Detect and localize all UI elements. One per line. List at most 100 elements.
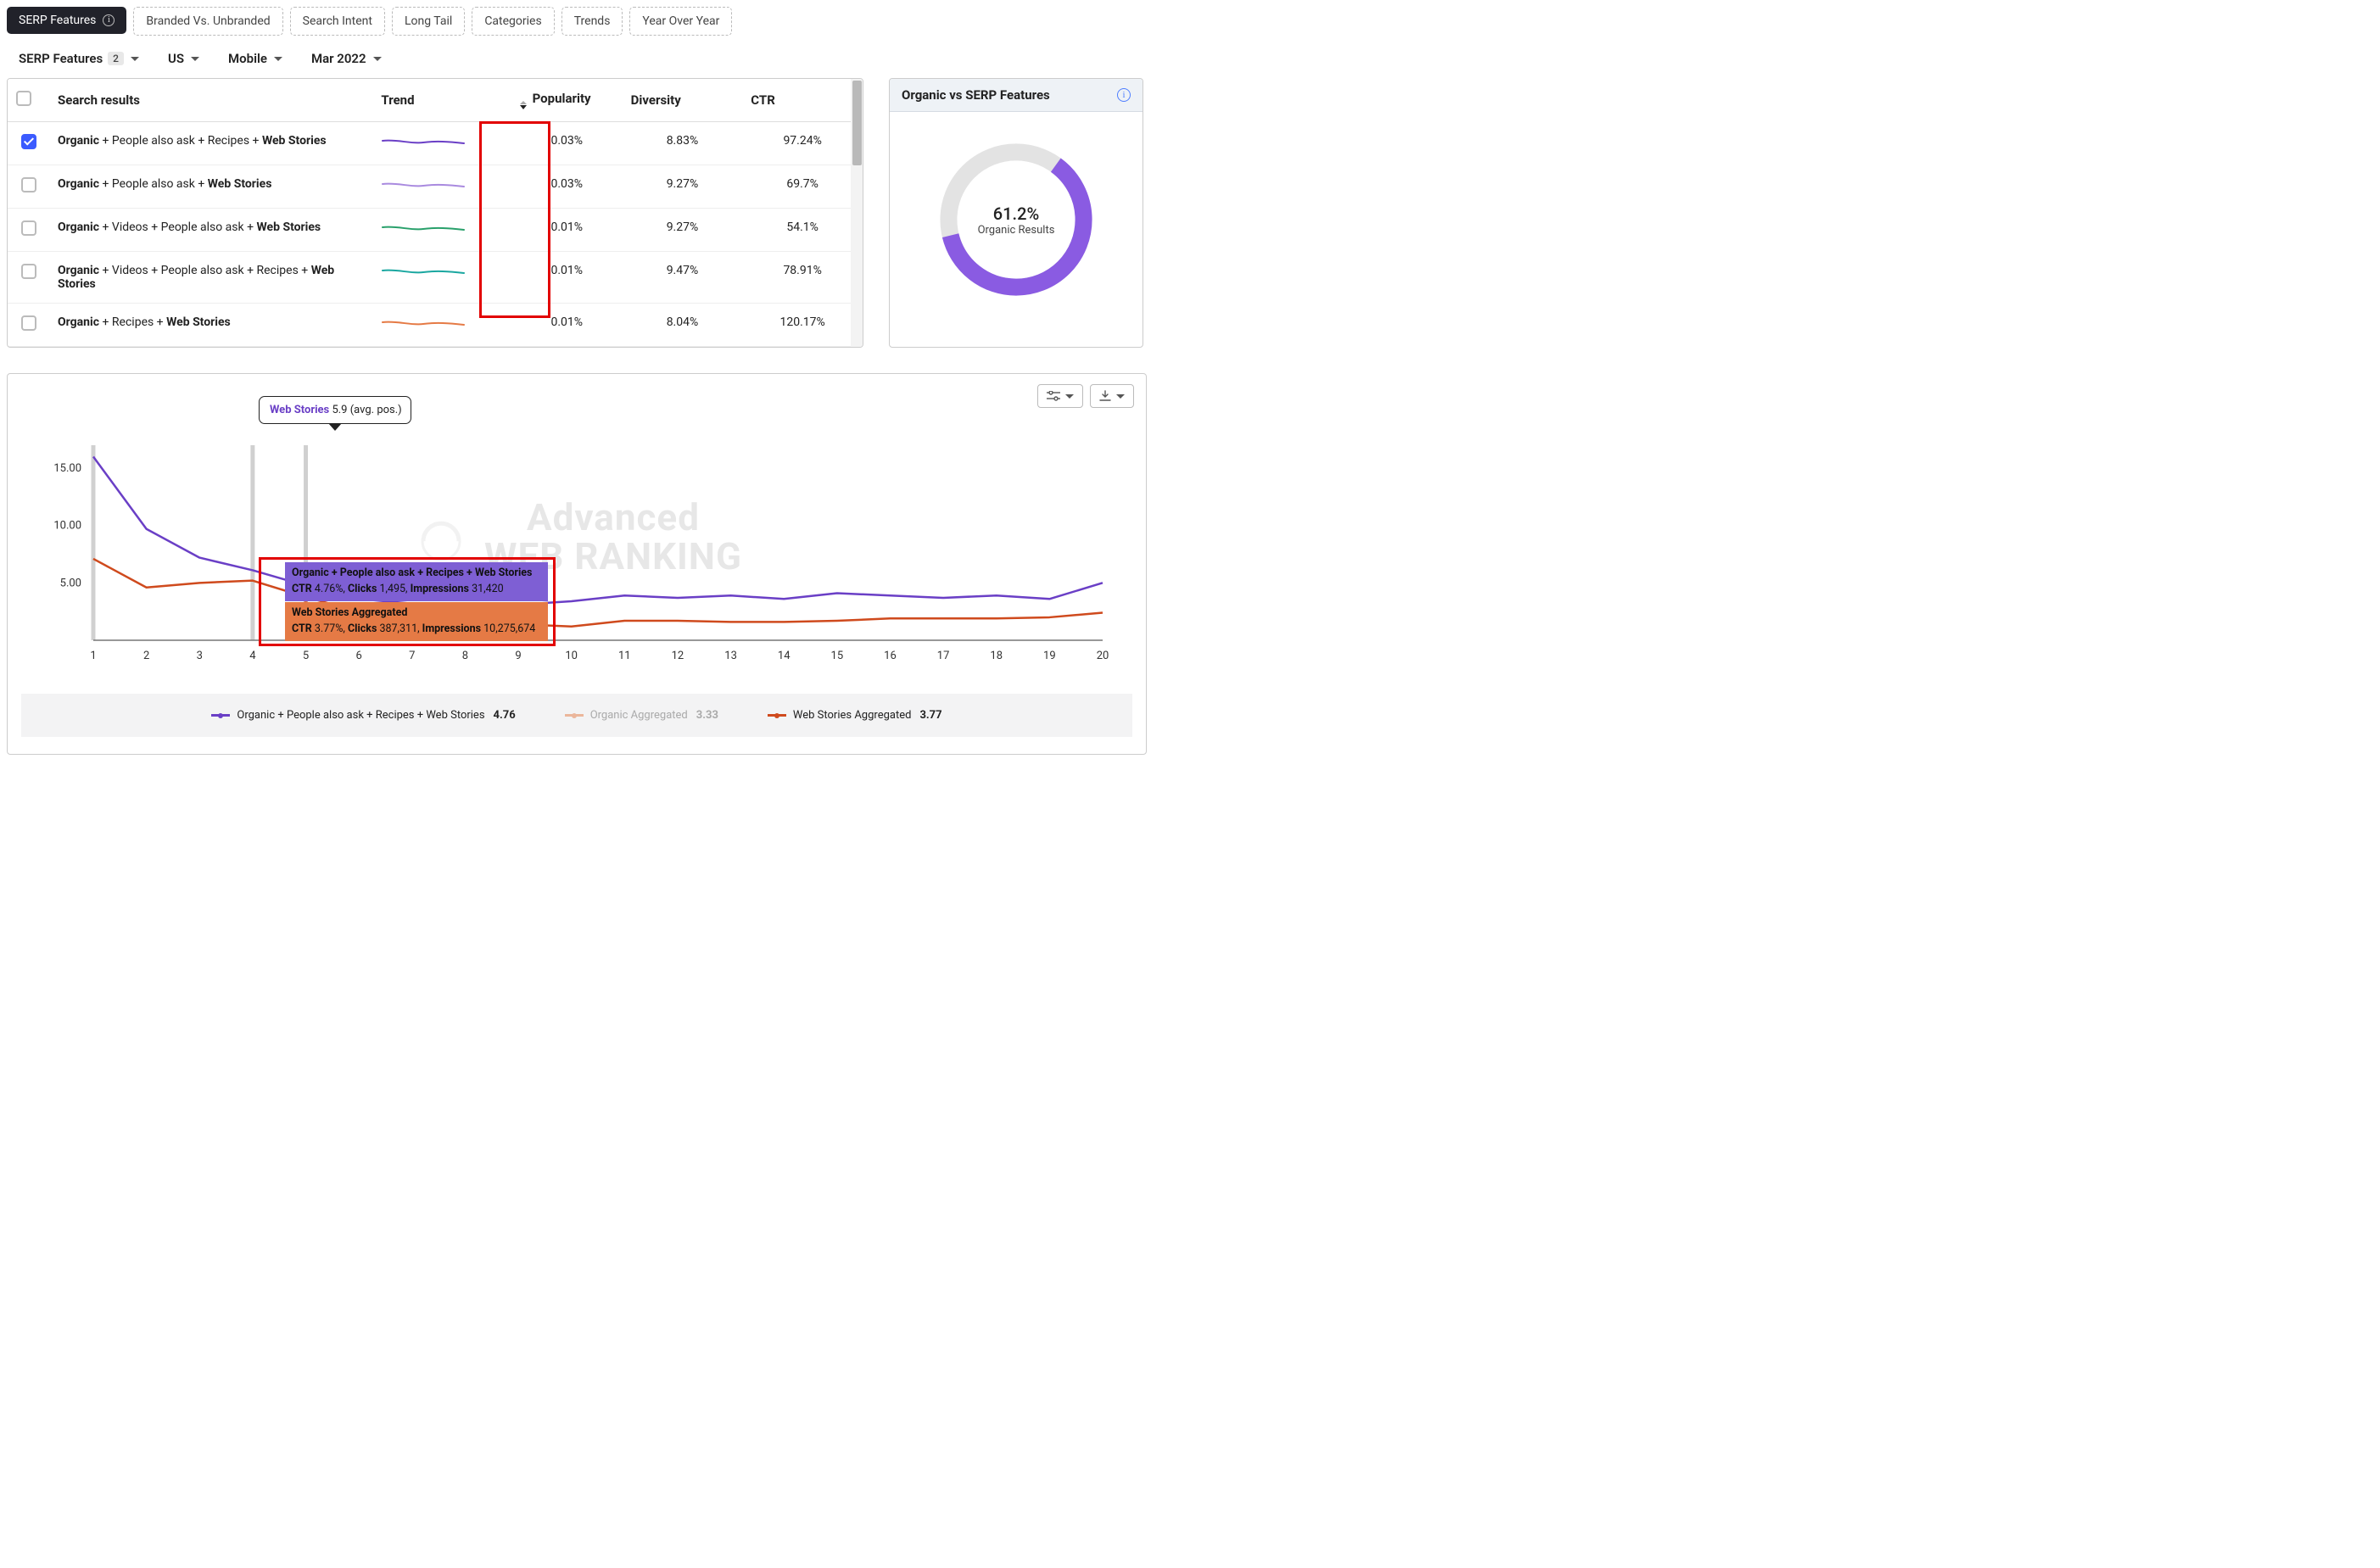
organic-donut: 61.2% Organic Results [890, 112, 1143, 331]
filter-label: Mobile [228, 51, 267, 66]
sparkline-icon [381, 177, 466, 196]
chart-svg: 5.0010.0015.0012345678910111213141516171… [34, 411, 1120, 670]
row-checkbox[interactable] [21, 315, 36, 331]
filter-count-badge: 2 [108, 52, 124, 65]
select-all-checkbox[interactable] [16, 91, 31, 106]
filter-market[interactable]: US [168, 51, 199, 66]
legend-item-c[interactable]: Web Stories Aggregated 3.77 [768, 709, 942, 722]
svg-text:15: 15 [831, 650, 844, 662]
row-name: Organic + Recipes + Web Stories [49, 304, 372, 347]
donut-percent: 61.2% [978, 204, 1055, 224]
filter-label: Mar 2022 [311, 51, 366, 66]
row-ctr: 54.1% [742, 209, 863, 252]
svg-text:20: 20 [1097, 650, 1109, 662]
row-trend [372, 209, 511, 252]
sparkline-icon [381, 220, 466, 239]
row-trend [372, 304, 511, 347]
svg-text:7: 7 [409, 650, 415, 662]
chevron-down-icon [131, 57, 139, 61]
svg-text:2: 2 [143, 650, 149, 662]
svg-text:11: 11 [618, 650, 631, 662]
table-row[interactable]: Organic + Videos + People also ask + Rec… [8, 252, 863, 304]
svg-text:13: 13 [724, 650, 737, 662]
table-row[interactable]: Organic + Recipes + Web Stories 0.01%8.0… [8, 304, 863, 347]
tab-trends[interactable]: Trends [561, 7, 623, 36]
table-row[interactable]: Organic + People also ask + Recipes + We… [8, 122, 863, 165]
row-trend [372, 165, 511, 209]
chevron-down-icon [191, 57, 199, 61]
row-checkbox[interactable] [21, 177, 36, 193]
card-title: Organic vs SERP Features [902, 87, 1050, 103]
col-header-trend[interactable]: Trend [372, 79, 511, 122]
sliders-icon [1047, 391, 1060, 401]
legend-swatch [211, 714, 230, 717]
svg-text:14: 14 [778, 650, 791, 662]
row-ctr: 120.17% [742, 304, 863, 347]
row-trend [372, 122, 511, 165]
row-name: Organic + Videos + People also ask + Web… [49, 209, 372, 252]
row-diversity: 9.27% [623, 209, 743, 252]
row-checkbox[interactable] [21, 264, 36, 279]
chart-download-button[interactable] [1090, 384, 1134, 408]
table-row[interactable]: Organic + People also ask + Web Stories … [8, 165, 863, 209]
sparkline-icon [381, 134, 466, 153]
col-header-ctr[interactable]: CTR [742, 79, 863, 122]
filter-device[interactable]: Mobile [228, 51, 282, 66]
svg-text:10.00: 10.00 [53, 520, 81, 533]
tab-year-over-year[interactable]: Year Over Year [629, 7, 732, 36]
donut-label: Organic Results [978, 224, 1055, 237]
row-diversity: 9.27% [623, 165, 743, 209]
row-popularity: 0.03% [511, 122, 623, 165]
svg-text:8: 8 [462, 650, 468, 662]
download-icon [1099, 390, 1111, 402]
row-checkbox[interactable] [21, 134, 36, 149]
row-popularity: 0.03% [511, 165, 623, 209]
ctr-chart-panel: Advanced WEB RANKING Web Stories 5.9 (av… [7, 373, 1147, 755]
info-icon[interactable]: i [1117, 88, 1131, 102]
row-popularity: 0.01% [511, 252, 623, 304]
row-diversity: 9.47% [623, 252, 743, 304]
chart-settings-button[interactable] [1037, 384, 1083, 408]
row-name: Organic + People also ask + Recipes + We… [49, 122, 372, 165]
col-header-search-results[interactable]: Search results [49, 79, 372, 122]
svg-text:3: 3 [197, 650, 203, 662]
row-trend [372, 252, 511, 304]
filters: SERP Features 2 US Mobile Mar 2022 [7, 51, 1147, 66]
svg-text:19: 19 [1043, 650, 1056, 662]
callout-series-b: Web Stories Aggregated CTR 3.77%, Clicks… [285, 602, 548, 641]
svg-text:6: 6 [356, 650, 362, 662]
row-name: Organic + People also ask + Web Stories [49, 165, 372, 209]
scrollbar-track[interactable] [851, 79, 863, 347]
organic-vs-serp-card: Organic vs SERP Features i 61.2% Organic… [889, 78, 1143, 348]
tab-search-intent[interactable]: Search Intent [290, 7, 385, 36]
legend-swatch [768, 714, 786, 717]
row-checkbox[interactable] [21, 220, 36, 236]
chevron-down-icon [274, 57, 282, 61]
tab-serp-features[interactable]: SERP Features i [7, 7, 126, 34]
info-icon[interactable]: i [103, 14, 115, 26]
sort-icon [520, 101, 527, 109]
table-row[interactable]: Organic + Videos + People also ask + Web… [8, 209, 863, 252]
tab-branded-vs-unbranded[interactable]: Branded Vs. Unbranded [133, 7, 282, 36]
filter-serp-features[interactable]: SERP Features 2 [19, 51, 139, 66]
col-header-popularity[interactable]: Popularity [511, 79, 623, 122]
filter-label: SERP Features [19, 51, 103, 66]
row-ctr: 97.24% [742, 122, 863, 165]
row-popularity: 0.01% [511, 209, 623, 252]
svg-text:17: 17 [937, 650, 950, 662]
row-ctr: 69.7% [742, 165, 863, 209]
ctr-line-chart[interactable]: Advanced WEB RANKING Web Stories 5.9 (av… [34, 411, 1120, 670]
chevron-down-icon [373, 57, 382, 61]
legend-item-b[interactable]: Organic Aggregated 3.33 [565, 709, 718, 722]
filter-date[interactable]: Mar 2022 [311, 51, 382, 66]
svg-text:10: 10 [565, 650, 578, 662]
scrollbar-thumb[interactable] [852, 81, 862, 165]
results-table-panel: Search results Trend Popularity Diversit… [7, 78, 863, 348]
legend-item-a[interactable]: Organic + People also ask + Recipes + We… [211, 709, 515, 722]
svg-text:4: 4 [249, 650, 256, 662]
report-tabs: SERP Features i Branded Vs. Unbranded Se… [7, 7, 1147, 36]
tab-long-tail[interactable]: Long Tail [392, 7, 465, 36]
tab-categories[interactable]: Categories [472, 7, 554, 36]
col-header-diversity[interactable]: Diversity [623, 79, 743, 122]
chart-tooltip: Web Stories 5.9 (avg. pos.) [259, 396, 411, 424]
